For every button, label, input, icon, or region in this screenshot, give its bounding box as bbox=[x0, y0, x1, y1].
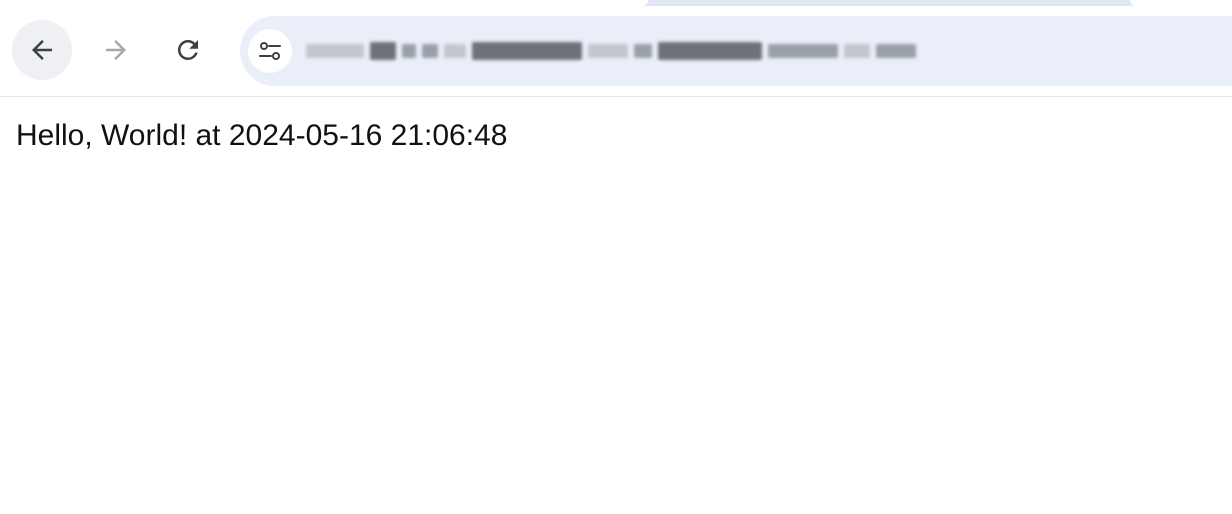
site-info-button[interactable] bbox=[248, 29, 292, 73]
arrow-left-icon bbox=[32, 40, 52, 60]
arrow-right-icon bbox=[106, 40, 126, 60]
forward-button[interactable] bbox=[86, 20, 146, 80]
back-button[interactable] bbox=[12, 20, 72, 80]
site-settings-icon bbox=[259, 42, 281, 60]
browser-toolbar bbox=[0, 6, 1232, 97]
address-bar[interactable] bbox=[240, 16, 1232, 86]
reload-icon bbox=[177, 39, 198, 60]
reload-button[interactable] bbox=[158, 20, 218, 80]
url-text-redacted[interactable] bbox=[306, 38, 916, 64]
page-message: Hello, World! at 2024-05-16 21:06:48 bbox=[16, 119, 508, 152]
